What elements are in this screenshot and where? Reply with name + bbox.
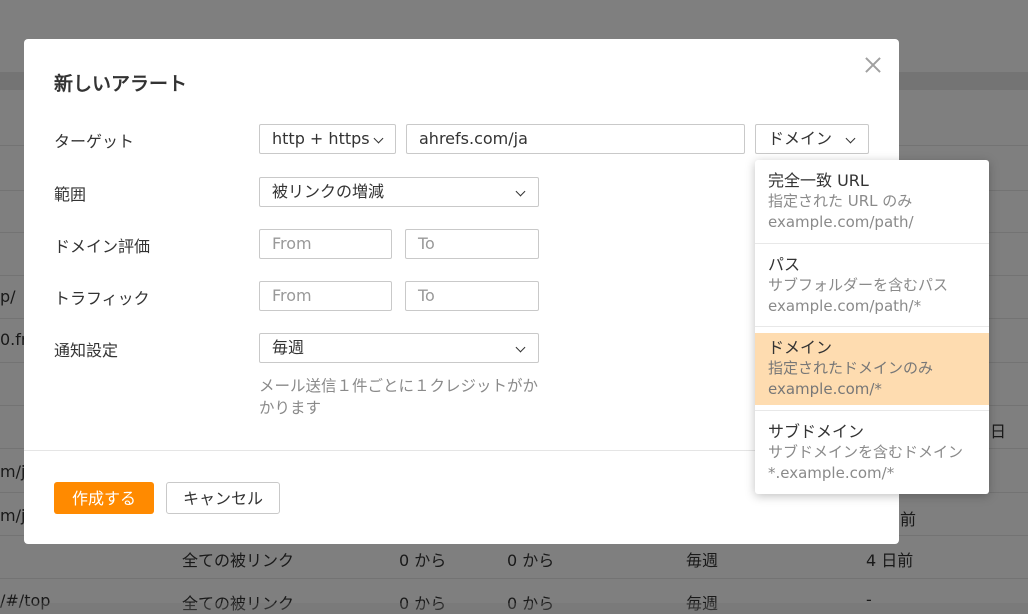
- domain-rating-to-input[interactable]: To: [405, 229, 539, 259]
- notification-frequency-select[interactable]: 毎週: [259, 333, 539, 363]
- target-mode-value: ドメイン: [768, 129, 833, 148]
- notification-frequency-value: 毎週: [272, 338, 305, 357]
- protocol-select[interactable]: http + https: [259, 124, 396, 154]
- menu-item-domain[interactable]: ドメイン 指定されたドメインのみ example.com/*: [755, 333, 989, 405]
- menu-item-title: 完全一致 URL: [768, 171, 869, 190]
- target-mode-menu: 完全一致 URL 指定された URL のみ example.com/path/ …: [755, 160, 989, 494]
- menu-divider: [755, 326, 989, 327]
- target-url-value: ahrefs.com/ja: [419, 129, 528, 148]
- menu-divider: [755, 243, 989, 244]
- menu-item-path[interactable]: パス サブフォルダーを含むパス example.com/path/*: [755, 254, 989, 317]
- cancel-button[interactable]: キャンセル: [166, 482, 280, 514]
- close-icon[interactable]: [862, 54, 884, 76]
- menu-item-title: サブドメイン: [768, 422, 865, 441]
- create-button[interactable]: 作成する: [54, 482, 154, 514]
- domain-rating-label: ドメイン評価: [54, 237, 151, 256]
- traffic-from-input[interactable]: From: [259, 281, 392, 311]
- target-url-input[interactable]: ahrefs.com/ja: [406, 124, 745, 154]
- menu-item-example: example.com/path/*: [768, 297, 922, 315]
- menu-item-example: example.com/path/: [768, 213, 914, 231]
- menu-item-title: ドメイン: [768, 338, 833, 357]
- scope-select[interactable]: 被リンクの増減: [259, 177, 539, 207]
- dialog-title: 新しいアラート: [54, 73, 188, 95]
- chevron-down-icon: [845, 133, 856, 144]
- chevron-down-icon: [373, 133, 384, 144]
- protocol-select-value: http + https: [272, 129, 370, 148]
- notification-label: 通知設定: [54, 341, 119, 360]
- menu-divider: [755, 410, 989, 411]
- scope-label: 範囲: [54, 185, 87, 204]
- menu-item-description: サブドメインを含むドメイン: [768, 443, 964, 461]
- traffic-to-input[interactable]: To: [405, 281, 539, 311]
- menu-item-example: *.example.com/*: [768, 464, 895, 482]
- target-mode-select[interactable]: ドメイン: [755, 124, 869, 154]
- menu-item-example: example.com/*: [768, 380, 882, 398]
- menu-item-description: 指定されたドメインのみ: [768, 359, 934, 377]
- chevron-down-icon: [515, 186, 526, 197]
- menu-item-title: パス: [768, 255, 801, 274]
- menu-item-exact-url[interactable]: 完全一致 URL 指定された URL のみ example.com/path/: [755, 170, 989, 233]
- scope-select-value: 被リンクの増減: [272, 182, 385, 201]
- menu-item-description: サブフォルダーを含むパス: [768, 276, 949, 294]
- credit-note: メール送信１件ごとに１クレジットがかかります: [259, 377, 539, 417]
- menu-item-subdomain[interactable]: サブドメイン サブドメインを含むドメイン *.example.com/*: [755, 421, 989, 484]
- target-label: ターゲット: [54, 132, 135, 151]
- traffic-label: トラフィック: [54, 289, 150, 308]
- menu-item-description: 指定された URL のみ: [768, 192, 913, 210]
- chevron-down-icon: [515, 342, 526, 353]
- domain-rating-from-input[interactable]: From: [259, 229, 392, 259]
